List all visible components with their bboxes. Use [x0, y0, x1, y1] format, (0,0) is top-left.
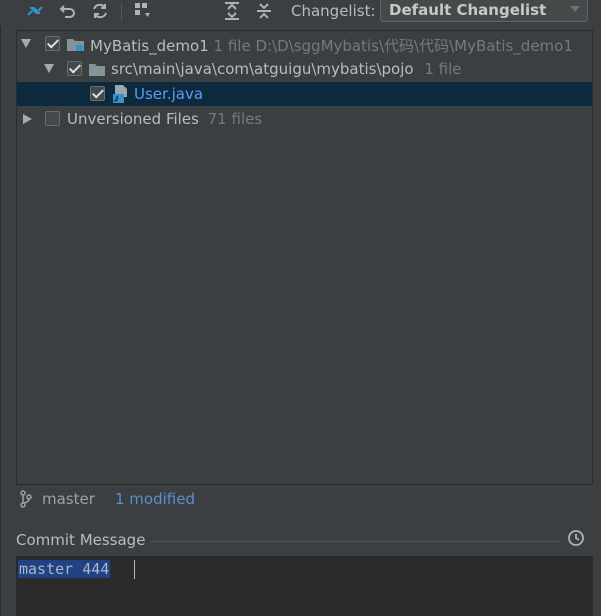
clock-icon[interactable] — [567, 529, 585, 547]
rollback-icon[interactable] — [57, 0, 79, 22]
tree-row-unversioned[interactable]: Unversioned Files 71 files — [17, 107, 592, 131]
tree-row-package[interactable]: src\main\java\com\atguigu\mybatis\pojo 1… — [17, 57, 592, 81]
file-checkbox[interactable] — [90, 86, 105, 101]
commit-toolbar: Changelist: Default Changelist — [0, 0, 601, 26]
module-meta: 1 file D:\D\sggMybatis\代码\代码\MyBatis_dem… — [213, 37, 573, 55]
tree-row-file[interactable]: User.java — [17, 82, 592, 106]
expand-arrow-icon[interactable] — [23, 114, 32, 124]
divider — [150, 541, 560, 542]
folder-icon — [88, 62, 106, 81]
branch-icon — [20, 490, 32, 512]
toolbar-separator — [121, 3, 122, 21]
package-path: src\main\java\com\atguigu\mybatis\pojo — [111, 60, 414, 78]
unversioned-label: Unversioned Files — [67, 110, 199, 128]
expand-arrow-icon[interactable] — [44, 64, 54, 73]
commit-message-text[interactable]: master 444 — [18, 560, 111, 578]
tree-row-module[interactable]: MyBatis_demo1 1 file D:\D\sggMybatis\代码\… — [17, 32, 592, 56]
module-checkbox[interactable] — [45, 36, 60, 51]
branch-name: master — [42, 490, 95, 508]
modified-link[interactable]: 1 modified — [115, 490, 195, 508]
changelist-dropdown[interactable]: Default Changelist — [380, 0, 588, 22]
commit-message-label: Commit Message — [16, 531, 146, 549]
module-name: MyBatis_demo1 — [90, 37, 209, 55]
expand-arrow-icon[interactable] — [21, 39, 31, 48]
group-by-icon[interactable] — [131, 0, 153, 22]
collapse-all-icon[interactable] — [253, 0, 275, 22]
refresh-icon[interactable] — [89, 0, 111, 22]
changes-tree[interactable]: MyBatis_demo1 1 file D:\D\sggMybatis\代码\… — [16, 30, 593, 485]
status-bar: master 1 modified — [16, 486, 593, 510]
unversioned-checkbox[interactable] — [45, 111, 60, 126]
file-name: User.java — [134, 85, 204, 103]
package-meta: 1 file — [424, 60, 462, 78]
chevron-down-icon — [570, 6, 580, 12]
module-folder-icon — [66, 36, 86, 57]
unversioned-meta: 71 files — [207, 110, 263, 128]
commit-message-editor[interactable]: master 444 — [16, 556, 593, 616]
left-border — [0, 0, 1, 616]
expand-all-icon[interactable] — [221, 0, 243, 22]
package-checkbox[interactable] — [67, 61, 82, 76]
changelist-value: Default Changelist — [389, 1, 547, 19]
changelist-label: Changelist: — [291, 2, 376, 20]
java-class-icon — [112, 84, 130, 108]
compare-icon[interactable] — [24, 0, 46, 22]
text-caret — [134, 560, 135, 579]
